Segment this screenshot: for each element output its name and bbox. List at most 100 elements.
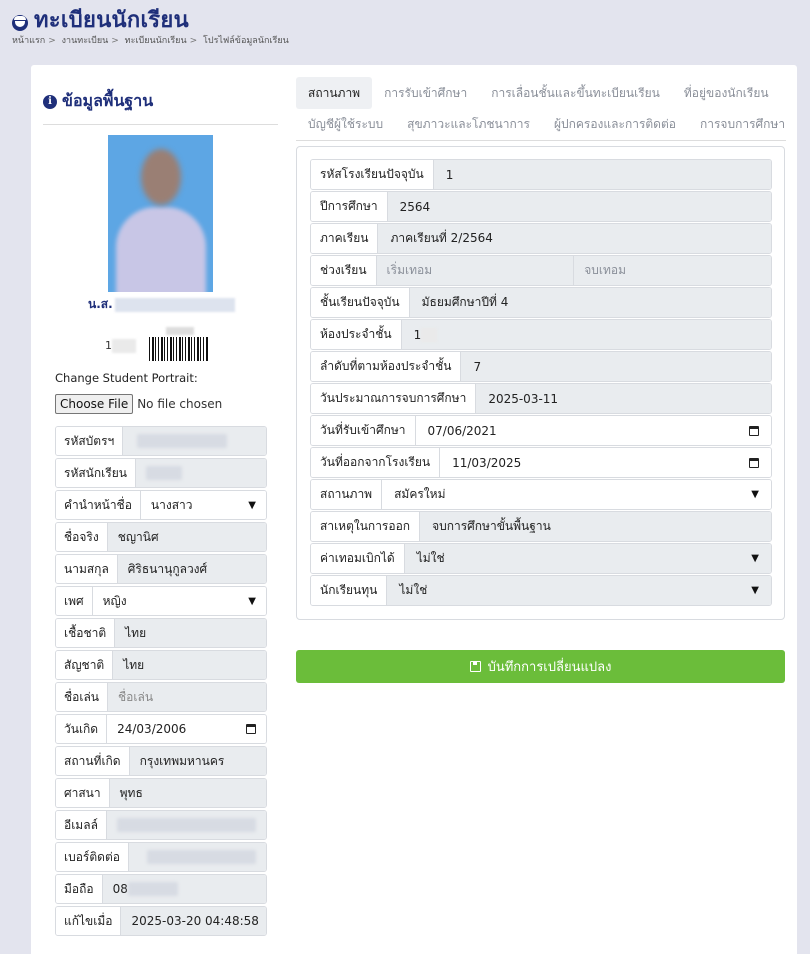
first-name-field[interactable]: ชื่อจริง ชญานิศ [55,522,267,552]
ethnicity-field[interactable]: เชื้อชาติ ไทย [55,618,267,648]
tab-user-account[interactable]: บัญชีผู้ใช้ระบบ [296,109,395,141]
save-icon [469,661,481,672]
nationality-field[interactable]: สัญชาติ ไทย [55,650,267,680]
leave-date-field[interactable]: วันที่ออกจากโรงเรียน 11/03/2025 [310,447,772,478]
first-name-input[interactable]: ชญานิศ [107,523,266,551]
name-prefix-select[interactable]: คำนำหน้าชื่อ นางสาว ▼ [55,490,267,520]
leave-reason-field[interactable]: สาเหตุในการออก จบการศึกษาขั้นพื้นฐาน [310,511,772,542]
tab-guardians[interactable]: ผู้ปกครองและการติดต่อ [542,109,688,141]
homeroom-input[interactable]: 1 [401,320,771,349]
semester-field[interactable]: ภาคเรียน ภาคเรียนที่ 2/2564 [310,223,772,254]
breadcrumb-home[interactable]: หน้าแรก [12,36,45,46]
calendar-icon[interactable] [749,457,759,468]
tab-status[interactable]: สถานภาพ [296,77,373,109]
religion-input[interactable]: พุทธ [109,779,266,807]
email-field[interactable]: อีเมลล์ [55,810,267,840]
portrait-file-input[interactable]: Choose File No file chosen [55,394,222,414]
expected-graduation-input[interactable]: 2025-03-11 [476,384,771,413]
student-id-input[interactable] [135,459,266,487]
term-start-input[interactable]: เริ่มเทอม [377,256,574,285]
class-number-input[interactable]: 7 [461,352,771,381]
term-end-input[interactable]: จบเทอม [573,256,771,285]
last-name-field[interactable]: นามสกุล ศิริธนานุกูลวงศ์ [55,554,267,584]
profile-tabs: สถานภาพ การรับเข้าศึกษา การเลื่อนชั้นและ… [296,77,786,141]
student-number: 1 [105,339,136,353]
tab-promotion[interactable]: การเลื่อนชั้นและขึ้นทะเบียนเรียน [479,77,672,109]
save-changes-button[interactable]: บันทึกการเปลี่ยนแปลง [296,650,785,683]
breadcrumb-registration[interactable]: งานทะเบียน [62,36,109,46]
semester-input[interactable]: ภาคเรียนที่ 2/2564 [378,224,771,253]
class-number-field[interactable]: ลำดับที่ตามห้องประจำชั้น 7 [310,351,772,382]
admission-date-input[interactable]: 07/06/2021 [415,416,771,445]
ethnicity-input[interactable]: ไทย [115,619,266,647]
student-name: น.ส. [88,295,238,314]
current-school-field[interactable]: รหัสโรงเรียนปัจจุบัน 1 [310,159,772,190]
student-face-icon [12,14,28,31]
modified-at-value: 2025-03-20 04:48:58 [121,907,266,935]
phone-input[interactable] [128,843,266,871]
change-portrait-label: Change Student Portrait: [55,371,198,385]
choose-file-button[interactable]: Choose File [55,394,134,414]
id-card-field[interactable]: รหัสบัตรฯ [55,426,267,456]
status-panel: รหัสโรงเรียนปัจจุบัน 1 ปีการศึกษา 2564 ภ… [296,146,785,620]
name-prefix: น.ส. [88,297,113,311]
last-name-input[interactable]: ศิริธนานุกูลวงศ์ [117,555,266,583]
mobile-field[interactable]: มือถือ 08 [55,874,267,904]
basic-info-title: ข้อมูลพื้นฐาน [62,91,154,110]
study-period-field[interactable]: ช่วงเรียน เริ่มเทอม จบเทอม [310,255,772,286]
current-grade-input[interactable]: มัธยมศึกษาปีที่ 4 [409,288,771,317]
chevron-down-icon: ▼ [751,489,759,500]
tab-health[interactable]: สุขภาวะและโภชนาการ [395,109,542,141]
breadcrumb: หน้าแรก > งานทะเบียน > ทะเบียนนักเรียน > โป… [12,36,289,46]
nickname-field[interactable]: ชื่อเล่น ชื่อเล่น [55,682,267,712]
homeroom-field[interactable]: ห้องประจำชั้น 1 [310,319,772,350]
academic-year-input[interactable]: 2564 [387,192,771,221]
student-portrait [108,135,213,292]
calendar-icon[interactable] [749,425,759,436]
redacted-barcode-text [166,327,194,335]
tab-address[interactable]: ที่อยู่ของนักเรียน [672,77,781,109]
current-school-input[interactable]: 1 [433,160,771,189]
no-file-text: No file chosen [137,397,223,411]
birthdate-field[interactable]: วันเกิด 24/03/2006 [55,714,267,744]
chevron-down-icon: ▼ [751,585,759,596]
academic-year-field[interactable]: ปีการศึกษา 2564 [310,191,772,222]
barcode-icon [149,337,209,361]
modified-at-field: แก้ไขเมื่อ 2025-03-20 04:48:58 [55,906,267,936]
profile-card: i ข้อมูลพื้นฐาน น.ส. 1 Change Student Po… [31,65,797,954]
birthplace-field[interactable]: สถานที่เกิด กรุงเทพมหานคร [55,746,267,776]
leave-date-input[interactable]: 11/03/2025 [440,448,771,477]
redacted-name [114,297,235,312]
nationality-input[interactable]: ไทย [113,651,266,679]
basic-info-fields: รหัสบัตรฯ รหัสนักเรียน คำนำหน้าชื่อ นางส… [55,426,267,938]
birthplace-input[interactable]: กรุงเทพมหานคร [129,747,266,775]
chevron-down-icon: ▼ [248,595,256,607]
id-card-input[interactable] [123,427,266,455]
tab-admission[interactable]: การรับเข้าศึกษา [372,77,479,109]
nickname-input[interactable]: ชื่อเล่น [108,683,266,711]
leave-reason-input[interactable]: จบการศึกษาขั้นพื้นฐาน [420,512,771,541]
calendar-icon[interactable] [246,724,256,734]
breadcrumb-current: โปรไฟล์ข้อมูลนักเรียน [203,36,289,46]
religion-field[interactable]: ศาสนา พุทธ [55,778,267,808]
birthdate-input[interactable]: 24/03/2006 [107,715,266,743]
info-icon: i [43,94,57,109]
scholarship-select[interactable]: นักเรียนทุน ไม่ใช่ ▼ [310,575,772,606]
tuition-reimbursable-select[interactable]: ค่าเทอมเบิกได้ ไม่ใช่ ▼ [310,543,772,574]
page-title: ทะเบียนนักเรียน [34,8,189,33]
phone-field[interactable]: เบอร์ติดต่อ [55,842,267,872]
student-id-field[interactable]: รหัสนักเรียน [55,458,267,488]
page-header: ทะเบียนนักเรียน [12,2,189,37]
admission-date-field[interactable]: วันที่รับเข้าศึกษา 07/06/2021 [310,415,772,446]
tab-graduation[interactable]: การจบการศึกษา [688,109,797,141]
expected-graduation-field[interactable]: วันประมาณการจบการศึกษา 2025-03-11 [310,383,772,414]
basic-info-header: i ข้อมูลพื้นฐาน [43,89,278,125]
gender-select[interactable]: เพศ หญิง ▼ [55,586,267,616]
email-input[interactable] [106,811,266,839]
chevron-down-icon: ▼ [248,499,256,511]
current-grade-field[interactable]: ชั้นเรียนปัจจุบัน มัธยมศึกษาปีที่ 4 [310,287,772,318]
chevron-down-icon: ▼ [751,553,759,564]
breadcrumb-student-registry[interactable]: ทะเบียนนักเรียน [125,36,187,46]
mobile-input[interactable]: 08 [102,875,266,903]
status-select[interactable]: สถานภาพ สมัครใหม่ ▼ [310,479,772,510]
